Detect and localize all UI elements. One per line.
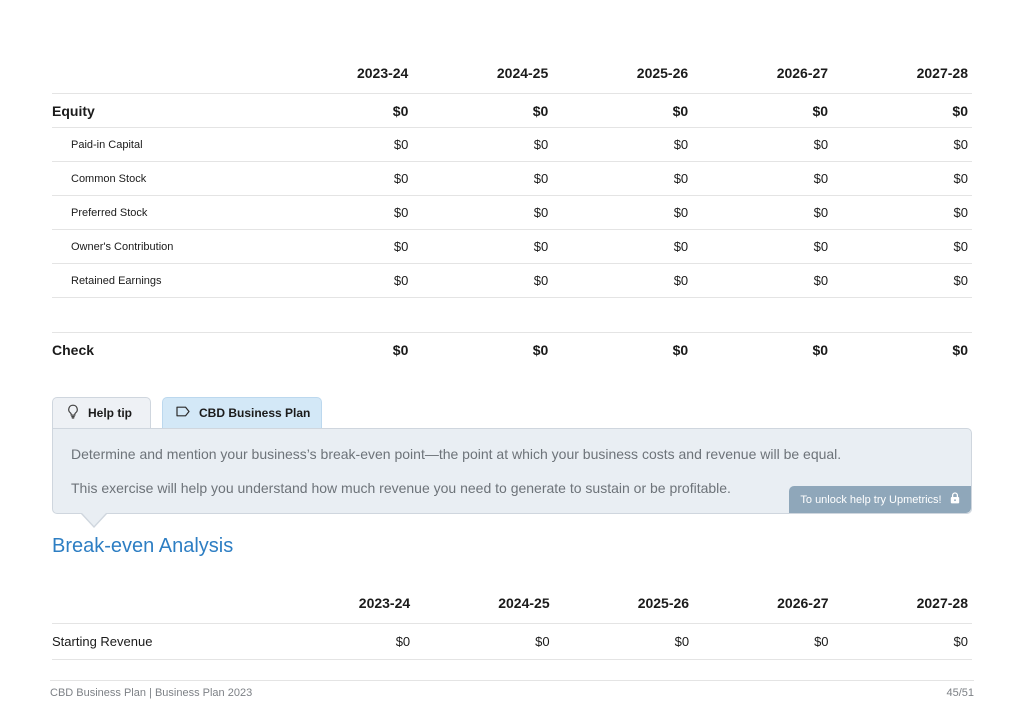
year-header: 2023-24 (356, 65, 409, 81)
breakeven-table: 2023-24 2024-25 2025-26 2026-27 2027-28 … (52, 583, 972, 660)
table-row: Paid-in Capital $0 $0 $0 $0 $0 (52, 127, 972, 162)
cell-value: $0 (692, 229, 833, 264)
row-label: Starting Revenue (52, 623, 275, 660)
row-label: Retained Earnings (52, 263, 273, 298)
cell-value: $0 (552, 195, 693, 230)
cell-value: $0 (272, 229, 413, 264)
row-label: Common Stock (52, 161, 273, 196)
unlock-label: To unlock help try Upmetrics! (800, 493, 942, 506)
year-header: 2026-27 (777, 595, 829, 611)
cell-value: $0 (412, 263, 553, 298)
cell-value: $0 (412, 332, 553, 367)
unlock-help-button[interactable]: To unlock help try Upmetrics! (789, 486, 971, 513)
cell-value: $0 (693, 623, 833, 660)
table-row: Common Stock $0 $0 $0 $0 $0 (52, 161, 972, 196)
cell-value: $0 (692, 93, 833, 128)
cell-value: $0 (832, 195, 972, 230)
cell-value: $0 (552, 161, 693, 196)
cell-value: $0 (552, 93, 693, 128)
cell-value: $0 (412, 161, 553, 196)
equity-table: 2023-24 2024-25 2025-26 2026-27 2027-28 … (52, 53, 972, 367)
cell-value: $0 (552, 263, 693, 298)
cell-value: $0 (832, 93, 972, 128)
year-header: 2024-25 (496, 65, 549, 81)
cell-value: $0 (272, 195, 413, 230)
tag-icon (176, 406, 199, 420)
cell-value: $0 (272, 127, 413, 162)
equity-header-row: 2023-24 2024-25 2025-26 2026-27 2027-28 (52, 53, 972, 94)
table-row: Retained Earnings $0 $0 $0 $0 $0 (52, 263, 972, 298)
cell-value: $0 (832, 263, 972, 298)
cell-value: $0 (692, 161, 833, 196)
year-header: 2025-26 (636, 65, 689, 81)
cell-value: $0 (552, 229, 693, 264)
cell-value: $0 (552, 127, 693, 162)
page-footer: CBD Business Plan | Business Plan 2023 4… (50, 680, 974, 699)
footer-title: CBD Business Plan | Business Plan 2023 (50, 687, 253, 699)
cell-value: $0 (692, 332, 833, 367)
cell-value: $0 (832, 623, 972, 660)
table-row: Owner's Contribution $0 $0 $0 $0 $0 (52, 229, 972, 264)
lightbulb-icon (67, 404, 88, 422)
year-header: 2027-28 (916, 595, 968, 611)
lock-icon (950, 492, 960, 507)
cell-value: $0 (692, 195, 833, 230)
year-header: 2024-25 (498, 595, 550, 611)
cell-value: $0 (553, 623, 694, 660)
row-label: Preferred Stock (52, 195, 273, 230)
table-row-check: Check $0 $0 $0 $0 $0 (52, 332, 972, 367)
table-row: Starting Revenue $0 $0 $0 $0 $0 (52, 623, 972, 660)
table-row-equity: Equity $0 $0 $0 $0 $0 (52, 93, 972, 128)
help-tip-box: Determine and mention your business’s br… (52, 428, 972, 514)
table-row: Preferred Stock $0 $0 $0 $0 $0 (52, 195, 972, 230)
cell-value: $0 (272, 332, 413, 367)
cell-value: $0 (272, 161, 413, 196)
help-box-pointer (82, 513, 106, 526)
cell-value: $0 (832, 161, 972, 196)
cell-value: $0 (412, 195, 553, 230)
page-number: 45/51 (946, 687, 974, 699)
row-label: Check (52, 332, 273, 367)
cell-value: $0 (272, 93, 413, 128)
cell-value: $0 (414, 623, 554, 660)
spacer-cell (52, 297, 972, 333)
cell-value: $0 (272, 263, 413, 298)
cell-value: $0 (412, 93, 553, 128)
tab-help-tip-label: Help tip (88, 406, 132, 420)
cell-value: $0 (832, 127, 972, 162)
header-blank (52, 583, 275, 624)
cell-value: $0 (412, 127, 553, 162)
row-label: Owner's Contribution (52, 229, 273, 264)
cell-value: $0 (552, 332, 693, 367)
cell-value: $0 (274, 623, 415, 660)
year-header: 2027-28 (916, 65, 968, 81)
year-header: 2025-26 (637, 595, 690, 611)
tab-plan-label: CBD Business Plan (199, 406, 311, 420)
breakeven-header-row: 2023-24 2024-25 2025-26 2026-27 2027-28 (52, 583, 972, 624)
cell-value: $0 (692, 263, 833, 298)
cell-value: $0 (832, 229, 972, 264)
help-text-1: Determine and mention your business’s br… (71, 446, 842, 462)
section-title: Break-even Analysis (52, 535, 234, 557)
document-page: 2023-24 2024-25 2025-26 2026-27 2027-28 … (0, 0, 1024, 724)
cell-value: $0 (412, 229, 553, 264)
tab-help-tip[interactable]: Help tip (52, 397, 151, 428)
row-label: Equity (52, 93, 273, 128)
year-header: 2023-24 (358, 595, 411, 611)
help-text-2: This exercise will help you understand h… (71, 480, 731, 496)
cell-value: $0 (832, 332, 972, 367)
cell-value: $0 (692, 127, 833, 162)
spacer-row (52, 297, 972, 333)
header-blank (52, 53, 272, 94)
row-label: Paid-in Capital (52, 127, 273, 162)
tab-cbd-business-plan[interactable]: CBD Business Plan (162, 397, 322, 428)
year-header: 2026-27 (776, 65, 829, 81)
